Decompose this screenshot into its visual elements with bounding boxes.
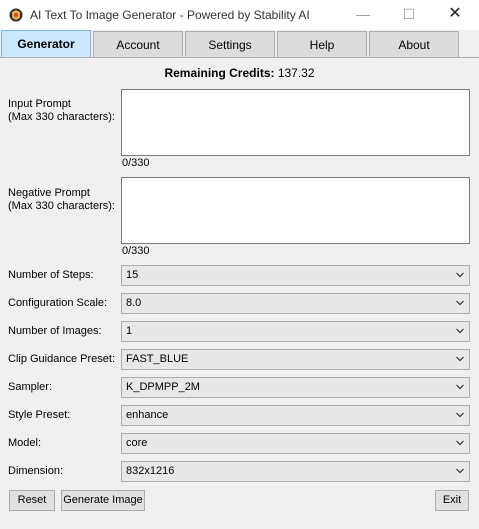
maximize-icon[interactable]: ☐ xyxy=(386,0,432,30)
remaining-credits: Remaining Credits: 137.32 xyxy=(0,66,479,80)
negative-prompt-label: Negative Prompt (Max 330 characters): xyxy=(8,187,115,213)
input-prompt-label-line1: Input Prompt xyxy=(8,98,71,110)
chevron-down-icon xyxy=(456,384,464,390)
negative-prompt-counter: 0/330 xyxy=(122,245,150,257)
credits-value: 137.32 xyxy=(277,66,315,80)
sampler-label: Sampler: xyxy=(8,381,53,393)
cfg-scale-value: 8.0 xyxy=(126,297,142,309)
model-value: core xyxy=(126,437,148,449)
dimension-value: 832x1216 xyxy=(126,465,175,477)
images-label: Number of Images: xyxy=(8,325,102,337)
app-icon xyxy=(9,8,23,22)
chevron-down-icon xyxy=(456,328,464,334)
generate-image-button[interactable]: Generate Image xyxy=(61,490,145,511)
style-preset-label: Style Preset: xyxy=(8,409,71,421)
steps-label: Number of Steps: xyxy=(8,269,94,281)
chevron-down-icon xyxy=(456,468,464,474)
negative-prompt-label-line1: Negative Prompt xyxy=(8,187,90,199)
style-preset-select[interactable]: enhance xyxy=(121,405,470,426)
negative-prompt-label-line2: (Max 330 characters): xyxy=(8,200,115,212)
clip-guidance-label: Clip Guidance Preset: xyxy=(8,353,115,365)
chevron-down-icon xyxy=(456,356,464,362)
exit-button[interactable]: Exit xyxy=(435,490,469,511)
chevron-down-icon xyxy=(456,272,464,278)
sampler-value: K_DPMPP_2M xyxy=(126,381,200,393)
model-select[interactable]: core xyxy=(121,433,470,454)
images-value: 1 xyxy=(126,325,133,337)
model-label: Model: xyxy=(8,437,42,449)
style-preset-value: enhance xyxy=(126,409,169,421)
input-prompt-counter: 0/330 xyxy=(122,157,150,169)
chevron-down-icon xyxy=(456,412,464,418)
chevron-down-icon xyxy=(456,300,464,306)
dimension-select[interactable]: 832x1216 xyxy=(121,461,470,482)
minimize-icon[interactable]: — xyxy=(340,0,386,30)
reset-button[interactable]: Reset xyxy=(9,490,55,511)
dimension-label: Dimension: xyxy=(8,465,64,477)
steps-value: 15 xyxy=(126,269,139,281)
negative-prompt-textarea[interactable] xyxy=(121,177,470,244)
chevron-down-icon xyxy=(456,440,464,446)
tab-generator[interactable]: Generator xyxy=(1,30,91,58)
tab-help[interactable]: Help xyxy=(277,31,367,57)
tab-settings[interactable]: Settings xyxy=(185,31,275,57)
input-prompt-textarea[interactable] xyxy=(121,89,470,156)
title-bar: AI Text To Image Generator - Powered by … xyxy=(0,0,479,30)
cfg-scale-label: Configuration Scale: xyxy=(8,297,108,309)
input-prompt-label: Input Prompt (Max 330 characters): xyxy=(8,98,115,124)
cfg-scale-select[interactable]: 8.0 xyxy=(121,293,470,314)
close-icon[interactable]: ✕ xyxy=(432,0,478,30)
clip-guidance-value: FAST_BLUE xyxy=(126,353,189,365)
clip-guidance-select[interactable]: FAST_BLUE xyxy=(121,349,470,370)
credits-label: Remaining Credits: xyxy=(164,66,275,80)
tab-bar: Generator Account Settings Help About xyxy=(0,30,479,58)
steps-select[interactable]: 15 xyxy=(121,265,470,286)
tab-panel-border xyxy=(0,57,479,58)
tab-about[interactable]: About xyxy=(369,31,459,57)
sampler-select[interactable]: K_DPMPP_2M xyxy=(121,377,470,398)
window-title: AI Text To Image Generator - Powered by … xyxy=(30,8,310,22)
tab-account[interactable]: Account xyxy=(93,31,183,57)
input-prompt-label-line2: (Max 330 characters): xyxy=(8,111,115,123)
images-select[interactable]: 1 xyxy=(121,321,470,342)
